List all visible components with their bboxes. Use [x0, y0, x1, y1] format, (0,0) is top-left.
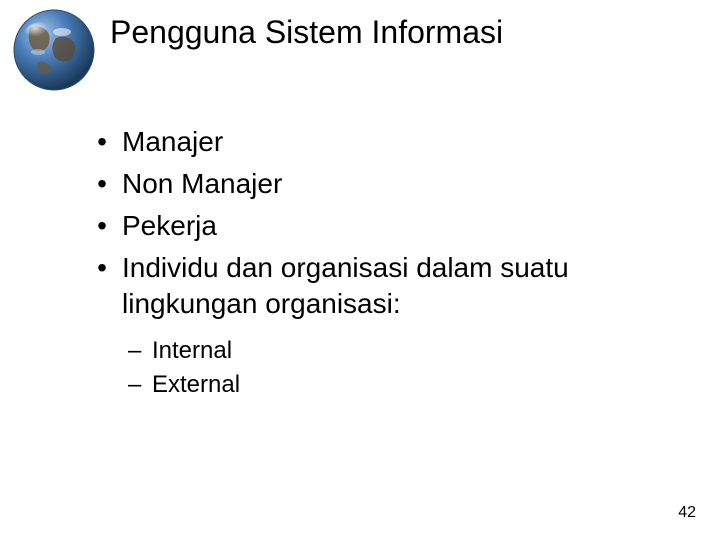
sub-text: External — [152, 370, 240, 400]
page-number: 42 — [678, 504, 696, 522]
dash-icon: – — [128, 370, 152, 400]
sub-list-item: – External — [128, 370, 642, 400]
bullet-dot: • — [82, 166, 122, 202]
list-item: • Pekerja — [82, 208, 642, 244]
sub-list-item: – Internal — [128, 336, 642, 366]
bullet-text: Non Manajer — [122, 166, 282, 202]
bullet-text: Manajer — [122, 124, 223, 160]
content-area: • Manajer • Non Manajer • Pekerja • Indi… — [82, 124, 642, 404]
bullet-text: Pekerja — [122, 208, 217, 244]
slide-title: Pengguna Sistem Informasi — [110, 14, 503, 51]
bullet-dot: • — [82, 208, 122, 244]
list-item: • Manajer — [82, 124, 642, 160]
sub-list: – Internal – External — [128, 336, 642, 400]
bullet-dot: • — [82, 124, 122, 160]
sub-text: Internal — [152, 336, 232, 366]
bullet-dot: • — [82, 250, 122, 286]
bullet-text: Individu dan organisasi dalam suatu ling… — [122, 250, 642, 322]
list-item: • Individu dan organisasi dalam suatu li… — [82, 250, 642, 322]
globe-icon — [12, 8, 96, 92]
list-item: • Non Manajer — [82, 166, 642, 202]
dash-icon: – — [128, 336, 152, 366]
